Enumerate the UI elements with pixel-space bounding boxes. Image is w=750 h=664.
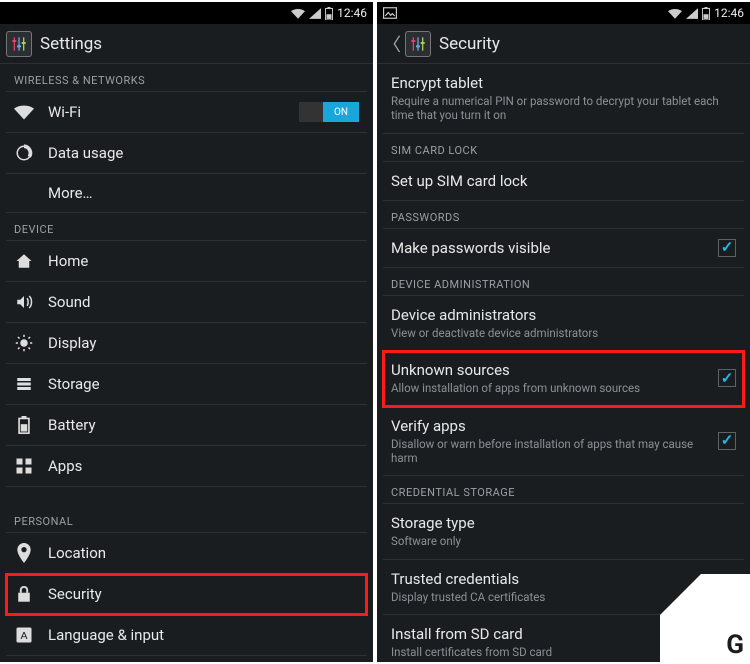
display-icon [14,333,34,353]
page-title: Security [439,34,500,54]
language-row[interactable]: A Language & input [6,615,367,656]
battery-row[interactable]: Battery [6,405,367,446]
section-accounts-header: ACCOUNTS [6,656,367,662]
wifi-toggle[interactable]: ON [299,102,359,122]
status-bar: 12:46 [0,2,373,24]
section-device-header: DEVICE [6,213,367,241]
titlebar[interactable]: 〈 Security [377,24,750,64]
device-admins-row[interactable]: Device administrators View or deactivate… [383,296,744,351]
back-icon[interactable]: 〈 [383,31,401,57]
clock-text: 12:46 [714,6,744,20]
storage-row[interactable]: Storage [6,364,367,405]
wifi-status-icon [291,8,305,19]
battery-icon [14,415,34,435]
wifi-row[interactable]: Wi-Fi ON [6,92,367,133]
battery-status-icon [325,7,333,20]
section-passwords-header: PASSWORDS [383,201,744,229]
sound-row[interactable]: Sound [6,282,367,323]
unknown-sources-checkbox[interactable] [718,369,736,387]
screenshot-status-icon [383,7,397,19]
section-sim-header: SIM CARD LOCK [383,134,744,162]
wifi-label: Wi-Fi [48,103,285,121]
more-label: More… [48,184,359,202]
sim-lock-row[interactable]: Set up SIM card lock [383,162,744,201]
more-row[interactable]: More… [6,174,367,213]
language-icon: A [14,625,34,645]
lock-icon [14,584,34,604]
svg-text:A: A [20,630,27,642]
section-credential-header: CREDENTIAL STORAGE [383,476,744,504]
make-passwords-visible-checkbox[interactable] [718,239,736,257]
verify-apps-row[interactable]: Verify apps Disallow or warn before inst… [383,407,744,477]
section-wireless-header: WIRELESS & NETWORKS [6,64,367,92]
data-usage-row[interactable]: Data usage [6,133,367,174]
location-row[interactable]: Location [6,533,367,574]
security-screen: 12:46 〈 Security Encrypt tablet Require … [377,2,750,662]
storage-icon [14,374,34,394]
data-usage-label: Data usage [48,144,359,162]
page-title: Settings [40,34,102,54]
wifi-icon [14,102,34,122]
sound-icon [14,292,34,312]
apps-row[interactable]: Apps [6,446,367,487]
data-usage-icon [14,143,34,163]
settings-app-icon [405,31,431,57]
home-row[interactable]: Home [6,241,367,282]
watermark: G [660,574,750,664]
section-personal-header: PERSONAL [6,505,367,533]
storage-type-row: Storage type Software only [383,504,744,559]
make-passwords-visible-row[interactable]: Make passwords visible [383,229,744,268]
wifi-status-icon [668,8,682,19]
section-device-admin-header: DEVICE ADMINISTRATION [383,268,744,296]
settings-app-icon [6,31,32,57]
unknown-sources-row[interactable]: Unknown sources Allow installation of ap… [383,351,744,406]
verify-apps-checkbox[interactable] [718,432,736,450]
signal-status-icon [309,8,321,19]
clock-text: 12:46 [337,6,367,20]
signal-status-icon [686,8,698,19]
apps-icon [14,456,34,476]
settings-screen: 12:46 Settings WIRELESS & NETWORKS Wi-Fi… [0,2,373,662]
battery-status-icon [702,7,710,20]
titlebar: Settings [0,24,373,64]
display-row[interactable]: Display [6,323,367,364]
location-icon [14,543,34,563]
security-row[interactable]: Security [6,574,367,615]
status-bar: 12:46 [377,2,750,24]
encrypt-tablet-row[interactable]: Encrypt tablet Require a numerical PIN o… [383,64,744,134]
home-icon [14,251,34,271]
